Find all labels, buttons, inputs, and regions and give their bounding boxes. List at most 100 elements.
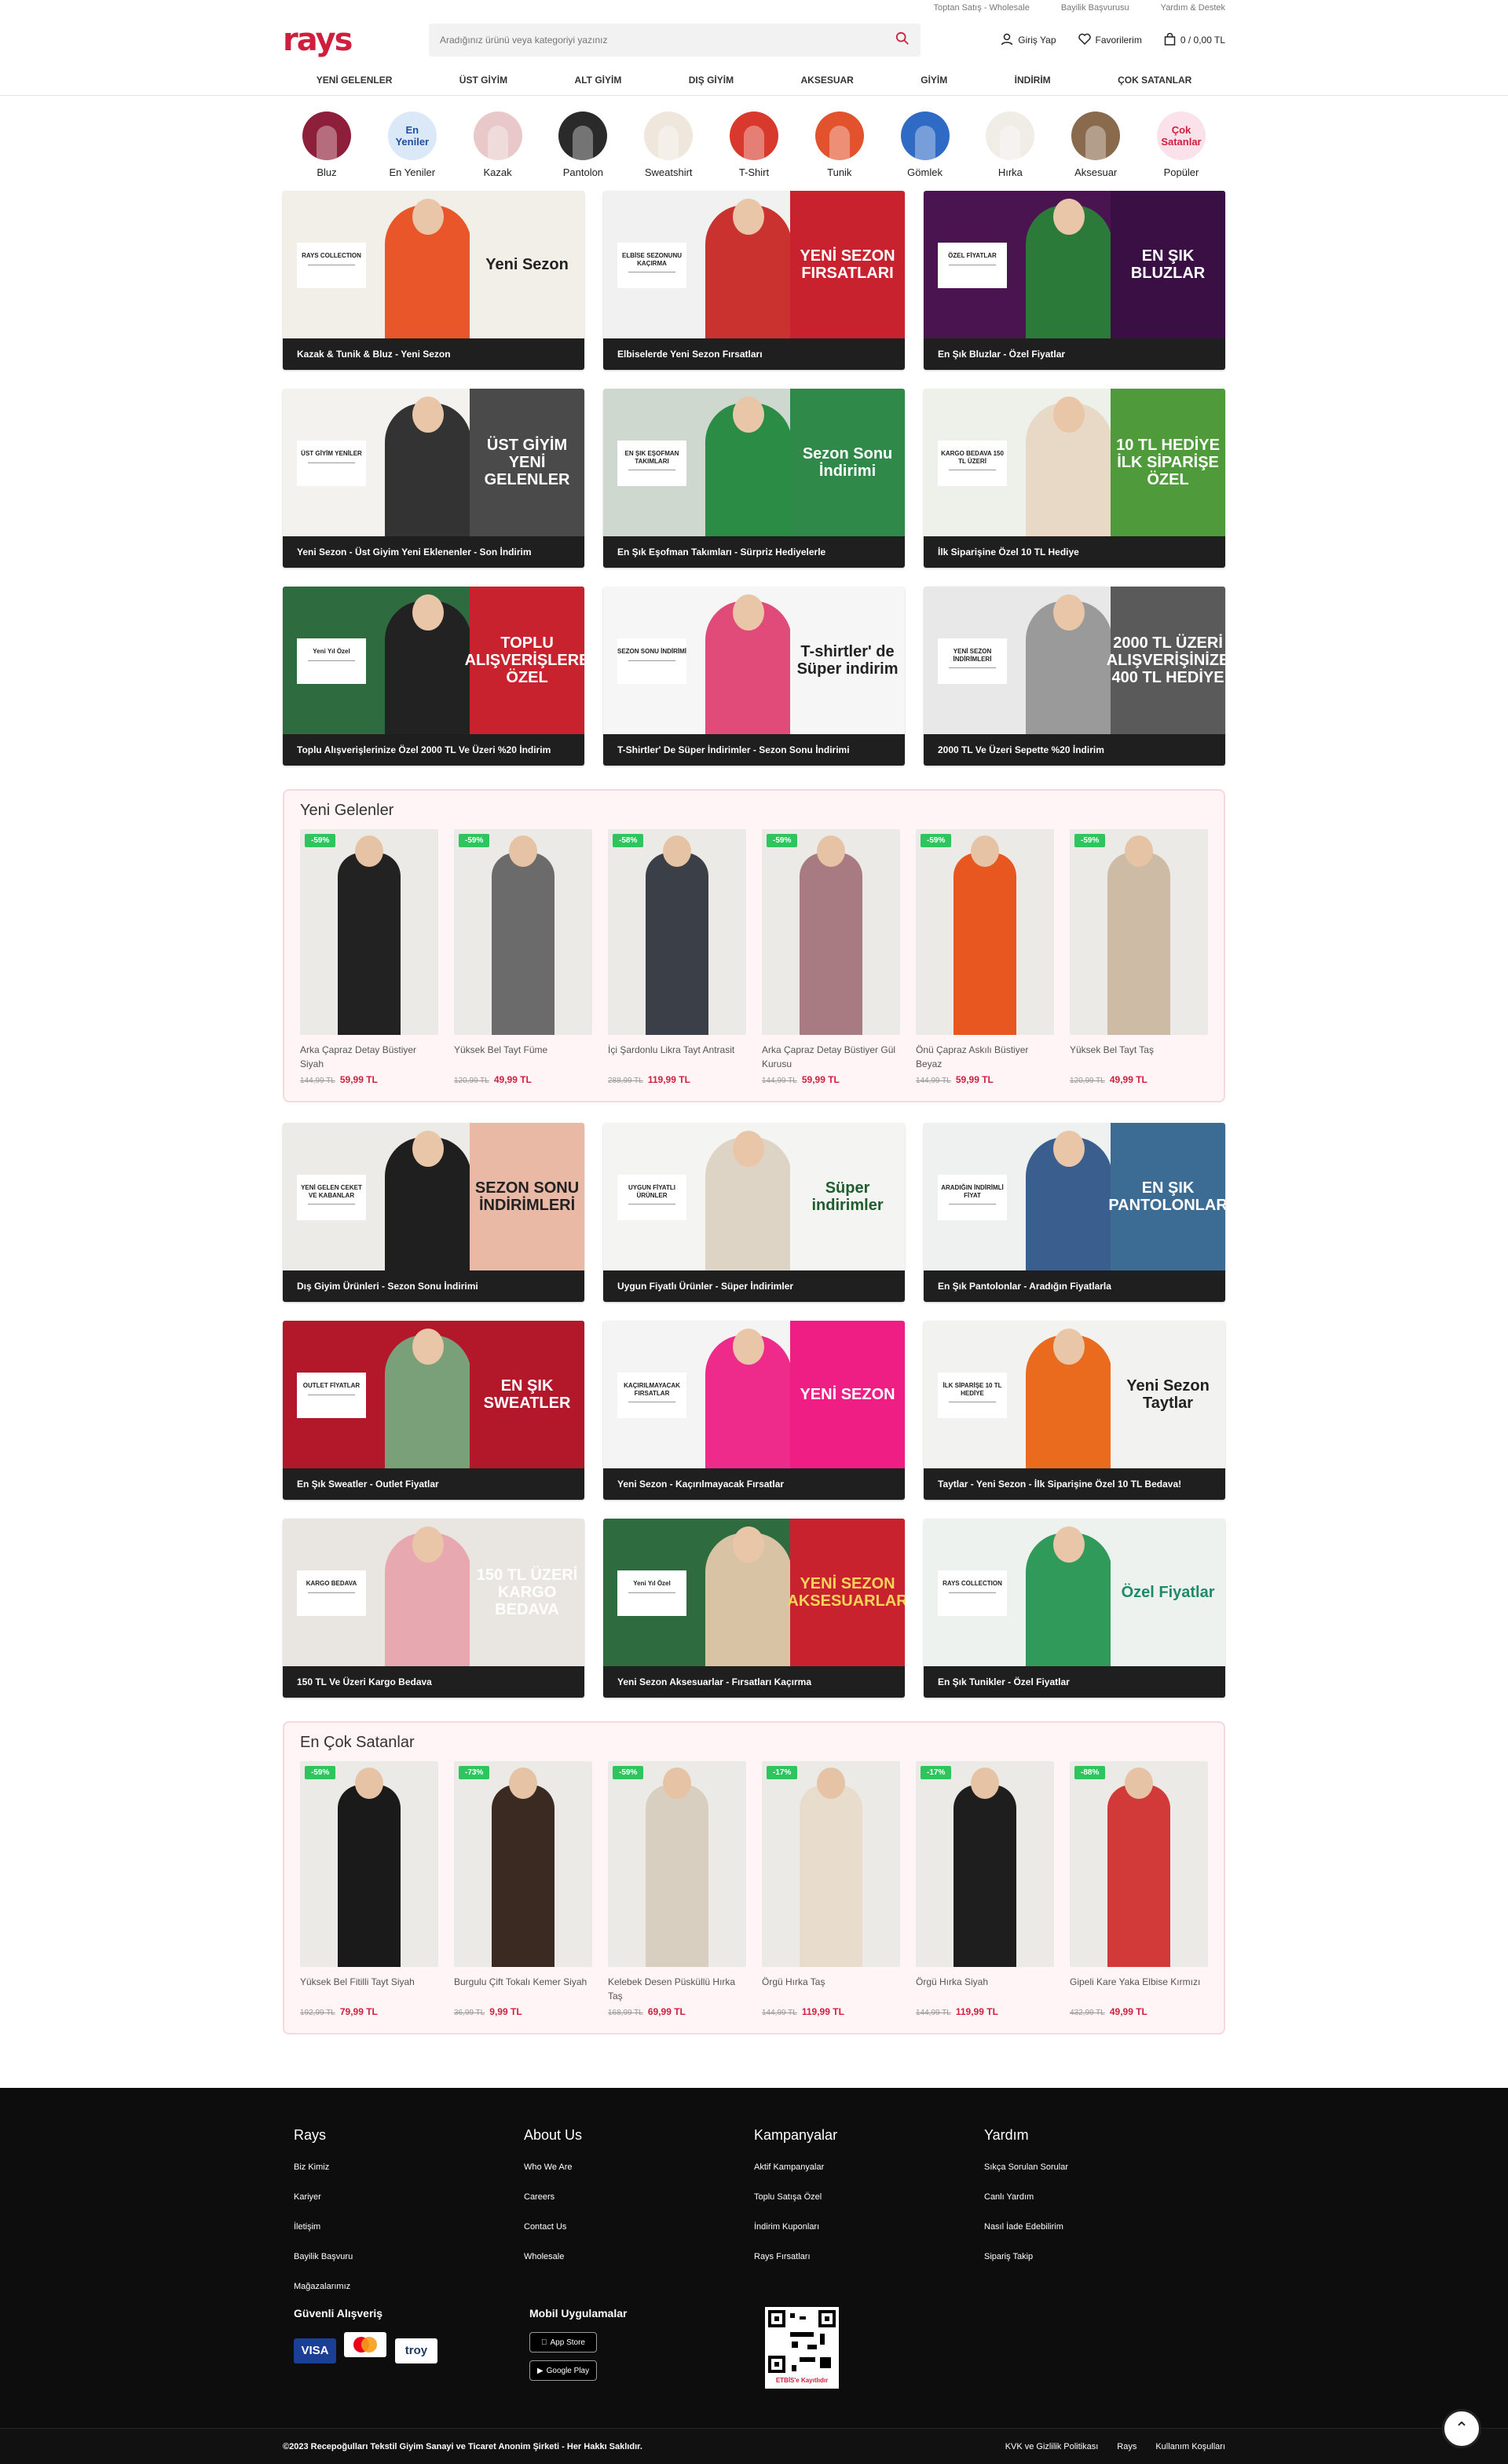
footer-link[interactable]: Aktif Kampanyalar (754, 2162, 824, 2172)
login-link[interactable]: Giriş Yap (1001, 33, 1056, 48)
footer-link[interactable]: Sıkça Sorulan Sorular (984, 2162, 1068, 2172)
promo-banner[interactable]: EN ŞIK BLUZLAR ÖZEL FİYATLAR En Şık Bluzla… (924, 191, 1225, 370)
bottom-legal-link[interactable]: KVK ve Gizlilik Politikası (1005, 2442, 1099, 2451)
product-card[interactable]: -59% Yüksek Bel Tayt Füme 120,99 TL 49,99 T… (454, 829, 592, 1085)
discount-badge: -59% (1074, 834, 1106, 847)
category-item[interactable]: En Yeniler En Yeniler (382, 112, 442, 178)
footer-link[interactable]: Careers (524, 2192, 555, 2202)
bottom-legal-link[interactable]: Rays (1117, 2442, 1136, 2451)
promo-banner[interactable]: Süper indirimler UYGUN FİYATLI ÜRÜNLER Uyg… (603, 1123, 905, 1302)
footer-link[interactable]: İndirim Kuponları (754, 2222, 819, 2232)
favorites-link[interactable]: Favorilerim (1078, 33, 1142, 47)
search-icon[interactable] (895, 31, 910, 49)
product-card[interactable]: -59% Yüksek Bel Tayt Taş 120,99 TL 49,99 TL (1070, 829, 1208, 1085)
category-item[interactable]: Kazak (468, 112, 528, 178)
category-figure (829, 126, 850, 160)
search-input[interactable] (440, 35, 848, 46)
footer-link[interactable]: Wholesale (524, 2252, 564, 2261)
banner-tag: YENİ GELEN CEKET VE KABANLAR (297, 1175, 366, 1220)
footer-link[interactable]: Bayilik Başvuru (294, 2252, 353, 2261)
promo-banner[interactable]: 150 TL ÜZERİ KARGO BEDAVA KARGO BEDAVA 150… (283, 1519, 584, 1698)
footer-link[interactable]: Canlı Yardım (984, 2192, 1034, 2202)
footer-link-item: İndirim Kuponları (754, 2222, 984, 2232)
promo-banner[interactable]: YENİ SEZON FIRSATLARI ELBİSE SEZONUNU KAÇ… (603, 191, 905, 370)
category-thumb (900, 112, 950, 160)
search-box[interactable] (429, 24, 921, 57)
promo-banner[interactable]: Sezon Sonu İndirimi EN ŞIK EŞOFMAN TAKIML… (603, 389, 905, 568)
scroll-to-top-button[interactable]: ⌃ (1442, 2409, 1481, 2448)
nav-item[interactable]: YENİ GELENLER (317, 75, 393, 86)
category-item[interactable]: Bluz (297, 112, 357, 178)
cart-link[interactable]: 0 / 0,00 TL (1164, 32, 1225, 48)
product-card[interactable]: -17% Örgü Hırka Taş 144,99 TL 119,99 TL (762, 1761, 900, 2017)
category-item[interactable]: Aksesuar (1066, 112, 1126, 178)
bottom-legal-link[interactable]: Kullanım Koşulları (1155, 2442, 1225, 2451)
category-item[interactable]: Hırka (980, 112, 1040, 178)
category-item[interactable]: Tunik (810, 112, 869, 178)
nav-item[interactable]: ÇOK SATANLAR (1118, 75, 1191, 86)
footer-link[interactable]: Who We Are (524, 2162, 573, 2172)
product-card[interactable]: -59% Arka Çapraz Detay Büstiyer Gül Kurus… (762, 829, 900, 1085)
promo-banner[interactable]: T-shirtler' de Süper indirim SEZON SONU İ… (603, 587, 905, 766)
category-item[interactable]: T-Shirt (724, 112, 784, 178)
category-item[interactable]: Sweatshirt (639, 112, 698, 178)
promo-banner[interactable]: ÜST GİYİM YENİ GELENLER ÜST GİYİM YENİLER… (283, 389, 584, 568)
nav-item[interactable]: GİYİM (921, 75, 947, 86)
etbis-qr-code[interactable]: ETBİS'e Kayıtlıdır (765, 2307, 839, 2389)
promo-banner[interactable]: EN ŞIK SWEATLER OUTLET FİYATLAR En Şık Swe… (283, 1321, 584, 1500)
product-card[interactable]: -59% Kelebek Desen Püsküllü Hırka Taş 168,… (608, 1761, 746, 2017)
footer-link[interactable]: Mağazalarımız (294, 2282, 350, 2291)
footer-link[interactable]: Rays Fırsatları (754, 2252, 811, 2261)
footer-link[interactable]: Contact Us (524, 2222, 566, 2232)
category-item[interactable]: Pantolon (553, 112, 613, 178)
footer-link[interactable]: Biz Kimiz (294, 2162, 329, 2172)
product-card[interactable]: -17% Örgü Hırka Siyah 144,99 TL 119,99 TL (916, 1761, 1054, 2017)
nav-item[interactable]: AKSESUAR (800, 75, 853, 86)
category-label: Hırka (997, 166, 1023, 178)
banner-caption: Yeni Sezon - Üst Giyim Yeni Eklenenler -… (283, 536, 584, 568)
google-play-button[interactable]: ▶ Google Play (529, 2360, 597, 2381)
promo-banner[interactable]: TOPLU ALIŞVERİŞLERE ÖZEL Yeni Yıl Özel Top… (283, 587, 584, 766)
product-prices: 144,99 TL 59,99 TL (300, 1074, 438, 1085)
topbar-link[interactable]: Yardım & Destek (1161, 3, 1225, 13)
category-figure (1000, 126, 1021, 160)
nav-item[interactable]: ALT GİYİM (575, 75, 622, 86)
sale-price: 49,99 TL (1109, 1074, 1147, 1085)
product-card[interactable]: -88% Gipeli Kare Yaka Elbise Kırmızı 432,9… (1070, 1761, 1208, 2017)
product-card[interactable]: -59% Önü Çapraz Askılı Büstiyer Beyaz 144,… (916, 829, 1054, 1085)
footer-link[interactable]: Toplu Satışa Özel (754, 2192, 822, 2202)
category-figure (658, 126, 679, 160)
topbar-link[interactable]: Bayilik Başvurusu (1061, 3, 1129, 13)
footer-link[interactable]: Kariyer (294, 2192, 321, 2202)
nav-item[interactable]: ÜST GİYİM (459, 75, 507, 86)
promo-banner[interactable]: 2000 TL ÜZERİ ALIŞVERİŞİNİZE 400 TL HEDİ… (924, 587, 1225, 766)
banner-caption: T-Shirtler' De Süper İndirimler - Sezon … (603, 734, 905, 766)
site-logo[interactable]: rays (283, 22, 429, 58)
promo-banner[interactable]: EN ŞIK PANTOLONLAR ARADIĞIN İNDİRİMLİ FİY… (924, 1123, 1225, 1302)
promo-banner[interactable]: Özel Fiyatlar RAYS COLLECTION En Şık Tunik… (924, 1519, 1225, 1698)
footer-link[interactable]: Nasıl İade Edebilirim (984, 2222, 1063, 2232)
nav-item[interactable]: DIŞ GİYİM (689, 75, 734, 86)
footer-link[interactable]: İletişim (294, 2222, 320, 2232)
category-item[interactable]: Gömlek (895, 112, 955, 178)
chevron-up-icon: ⌃ (1454, 2418, 1470, 2438)
promo-banner[interactable]: Yeni Sezon Taytlar İLK SİPARİŞE 10 TL HED… (924, 1321, 1225, 1500)
nav-item[interactable]: İNDİRİM (1015, 75, 1051, 86)
topbar-link[interactable]: Toptan Satış - Wholesale (934, 3, 1030, 13)
product-card[interactable]: -59% Arka Çapraz Detay Büstiyer Siyah 144,… (300, 829, 438, 1085)
product-image: -59% (1070, 829, 1208, 1035)
product-card[interactable]: -58% İçi Şardonlu Likra Tayt Antrasit 288,… (608, 829, 746, 1085)
product-image: -17% (762, 1761, 900, 1967)
product-card[interactable]: -73% Burgulu Çift Tokalı Kemer Siyah 36,99… (454, 1761, 592, 2017)
promo-banner[interactable]: SEZON SONU İNDİRİMLERİ YENİ GELEN CEKET V… (283, 1123, 584, 1302)
promo-banner[interactable]: YENİ SEZON AKSESUARLAR Yeni Yıl Özel Yeni … (603, 1519, 905, 1698)
product-card[interactable]: -59% Yüksek Bel Fitilli Tayt Siyah 192,99 … (300, 1761, 438, 2017)
promo-banner[interactable]: Yeni Sezon RAYS COLLECTION Kazak & Tunik &… (283, 191, 584, 370)
sale-price: 59,99 TL (339, 1074, 378, 1085)
promo-banner[interactable]: 10 TL HEDİYE İLK SİPARİŞE ÖZEL KARGO BEDA… (924, 389, 1225, 568)
promo-banner[interactable]: YENİ SEZON KAÇIRILMAYACAK FIRSATLAR Yeni S… (603, 1321, 905, 1500)
footer-link[interactable]: Sipariş Takip (984, 2252, 1033, 2261)
category-item[interactable]: Çok Satanlar Popüler (1151, 112, 1211, 178)
app-store-button[interactable]: App Store (529, 2332, 597, 2352)
banner-image: YENİ SEZON AKSESUARLAR Yeni Yıl Özel (603, 1519, 905, 1666)
